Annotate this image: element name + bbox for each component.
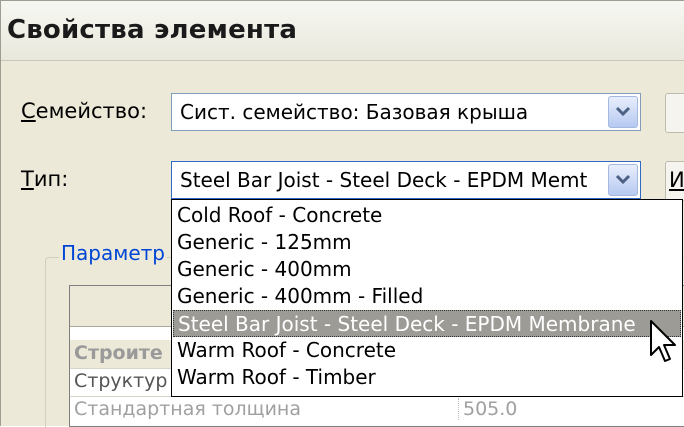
- type-value: Steel Bar Joist - Steel Deck - EPDM Memt: [180, 168, 588, 192]
- list-item-selected[interactable]: Steel Bar Joist - Steel Deck - EPDM Memb…: [173, 310, 681, 337]
- family-label-text: емейство:: [35, 99, 148, 123]
- table-row[interactable]: Стандартная толщина 505.0: [70, 396, 684, 424]
- family-label-accesskey: С: [21, 99, 36, 123]
- list-item[interactable]: Warm Roof - Timber: [173, 364, 681, 391]
- title-bar: Свойства элемента: [1, 1, 684, 61]
- edit-type-button[interactable]: И: [665, 161, 684, 201]
- family-value: Сист. семейство: Базовая крыша: [180, 100, 529, 124]
- load-button[interactable]: [665, 93, 684, 133]
- element-properties-dialog: Свойства элемента Семейство: Сист. семей…: [0, 0, 684, 427]
- list-item[interactable]: Warm Roof - Concrete: [173, 337, 681, 364]
- param-name: Структур: [74, 370, 168, 392]
- type-dropdown-button[interactable]: [608, 164, 638, 196]
- mouse-cursor-icon: [650, 320, 676, 362]
- family-dropdown-button[interactable]: [608, 96, 638, 128]
- list-item[interactable]: Cold Roof - Concrete: [173, 202, 681, 229]
- family-combobox[interactable]: Сист. семейство: Базовая крыша: [171, 93, 641, 131]
- chevron-down-icon: [615, 106, 631, 117]
- family-label: Семейство:: [21, 99, 147, 123]
- parameters-group-title: Параметр: [59, 241, 167, 265]
- type-combobox[interactable]: Steel Bar Joist - Steel Deck - EPDM Memt: [171, 161, 641, 199]
- list-item[interactable]: Generic - 125mm: [173, 229, 681, 256]
- param-value: 505.0: [458, 398, 517, 420]
- param-name: Стандартная толщина: [74, 398, 301, 420]
- type-label-text: ип:: [33, 167, 69, 191]
- param-name: Строите: [74, 342, 163, 364]
- edit-type-button-label: И: [669, 168, 684, 192]
- type-label: Тип:: [21, 167, 68, 191]
- list-item[interactable]: Generic - 400mm - Filled: [173, 283, 681, 310]
- list-item[interactable]: Generic - 400mm: [173, 256, 681, 283]
- type-label-accesskey: Т: [21, 167, 34, 191]
- type-dropdown-list[interactable]: Cold Roof - Concrete Generic - 125mm Gen…: [171, 199, 683, 397]
- chevron-down-icon: [615, 174, 631, 185]
- dialog-title: Свойства элемента: [7, 15, 298, 45]
